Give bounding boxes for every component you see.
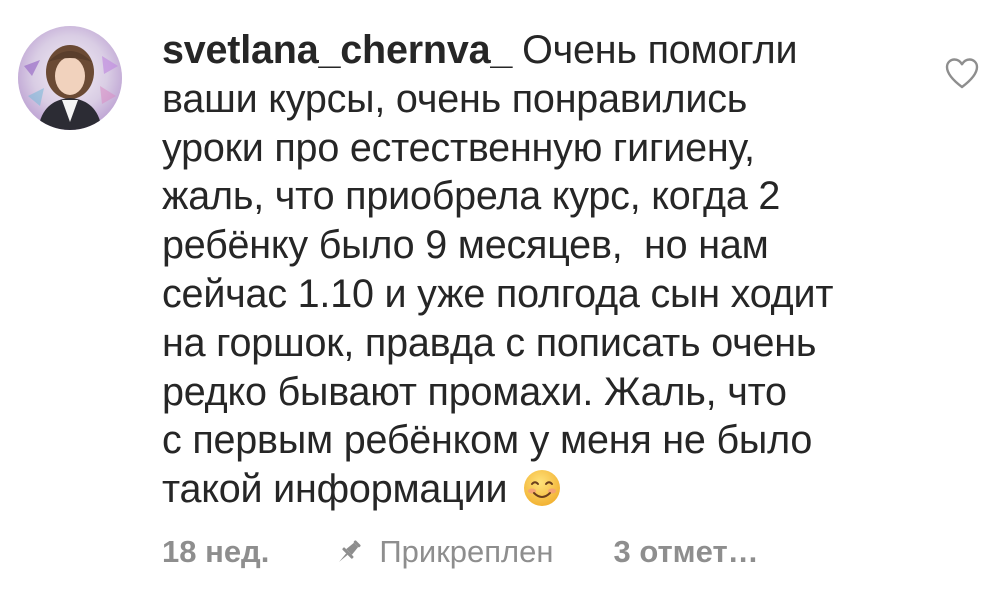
comment-item: svetlana_chernva_ Очень помогли ваши курс…	[0, 0, 998, 601]
pin-icon	[339, 540, 361, 562]
likes-count-link[interactable]: 3 отмет…	[613, 534, 758, 570]
comment-body: svetlana_chernva_ Очень помогли ваши курс…	[162, 26, 902, 514]
comment-line-10: такой информации	[162, 467, 508, 512]
comment-line-7: на горшок, правда с пописать очень	[162, 320, 817, 365]
comment-time: 18 нед.	[162, 534, 270, 569]
heart-outline-icon[interactable]	[944, 56, 980, 92]
comment-line-5: ребёнку было 9 месяцев, но нам	[162, 223, 769, 268]
avatar[interactable]	[18, 26, 122, 130]
comment-line-3: уроки про естественную гигиену,	[162, 125, 755, 170]
comment-line-6: сейчас 1.10 и уже полгода сын ходит	[162, 271, 834, 316]
pinned-label: Прикреплен	[379, 534, 554, 569]
comment-line-8: редко бывают промахи. Жаль, что	[162, 369, 787, 414]
comment-meta: 18 нед. Прикреплен 3 отмет…	[162, 530, 759, 574]
comment-line-9: с первым ребёнком у меня не было	[162, 418, 813, 463]
comment-line-2: ваши курсы, очень понравились	[162, 76, 748, 121]
pinned-indicator: Прикреплен	[333, 534, 553, 570]
smiling-face-emoji	[524, 470, 561, 507]
comment-line-4: жаль, что приобрела курс, когда 2	[162, 174, 781, 219]
comment-line-1: Очень помогли	[522, 28, 798, 72]
avatar-image	[18, 26, 122, 130]
comment-username[interactable]: svetlana_chernva_	[162, 28, 512, 72]
